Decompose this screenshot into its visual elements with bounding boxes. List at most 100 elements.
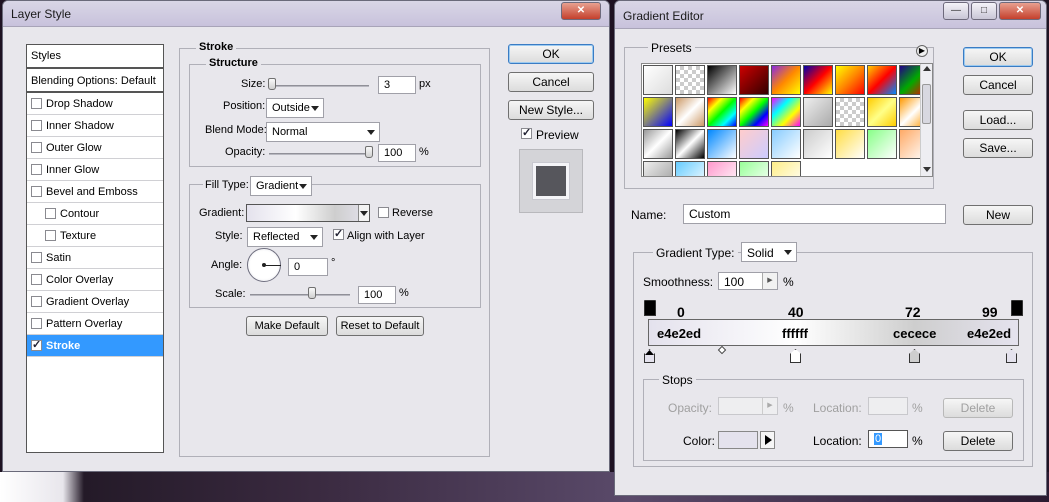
gradient-preset-swatch[interactable]: [675, 129, 705, 159]
cancel-button[interactable]: Cancel: [508, 72, 594, 92]
reset-to-default-button[interactable]: Reset to Default: [336, 316, 424, 336]
gradient-preset-swatch[interactable]: [707, 65, 737, 95]
gradient-preset-swatch[interactable]: [707, 161, 737, 176]
style-item-checkbox[interactable]: [45, 230, 56, 241]
minimize-button[interactable]: —: [943, 2, 969, 20]
gradient-preset-swatch[interactable]: [867, 65, 897, 95]
blending-options-item[interactable]: Blending Options: Default: [27, 69, 163, 93]
cancel-button[interactable]: Cancel: [963, 75, 1033, 95]
style-item-checkbox[interactable]: [31, 252, 42, 263]
stop-color-picker-arrow-icon[interactable]: [760, 431, 775, 449]
angle-input[interactable]: 0: [288, 258, 328, 276]
presets-menu-arrow-icon[interactable]: ▶: [916, 45, 928, 57]
style-item-stroke[interactable]: Stroke: [27, 335, 163, 357]
save-button[interactable]: Save...: [963, 138, 1033, 158]
fill-type-select[interactable]: Gradient: [250, 176, 312, 196]
style-item-color-overlay[interactable]: Color Overlay: [27, 269, 163, 291]
ok-button[interactable]: OK: [508, 44, 594, 64]
style-select[interactable]: Reflected: [247, 227, 323, 247]
gradient-preset-swatch[interactable]: [643, 65, 673, 95]
new-button[interactable]: New: [963, 205, 1033, 225]
gradient-swatch[interactable]: [246, 204, 370, 222]
size-slider-track[interactable]: [269, 85, 369, 87]
style-item-inner-shadow[interactable]: Inner Shadow: [27, 115, 163, 137]
gradient-preset-swatch[interactable]: [707, 97, 737, 127]
maximize-button[interactable]: □: [971, 2, 997, 20]
reverse-checkbox[interactable]: [378, 207, 389, 218]
style-item-checkbox[interactable]: [31, 186, 42, 197]
style-item-satin[interactable]: Satin: [27, 247, 163, 269]
gradient-preset-swatch[interactable]: [835, 65, 865, 95]
gradient-preset-swatch[interactable]: [643, 97, 673, 127]
scale-slider-track[interactable]: [250, 294, 350, 296]
gradient-preset-swatch[interactable]: [771, 97, 801, 127]
opacity-stop-right[interactable]: [1011, 300, 1023, 316]
smoothness-stepper[interactable]: ▶: [762, 273, 777, 289]
delete-color-stop-button[interactable]: Delete: [943, 431, 1013, 451]
preview-checkbox[interactable]: [521, 126, 532, 139]
angle-dial[interactable]: [247, 248, 281, 282]
style-item-checkbox[interactable]: [31, 98, 42, 109]
gradient-preset-swatch[interactable]: [739, 129, 769, 159]
style-item-outer-glow[interactable]: Outer Glow: [27, 137, 163, 159]
style-item-checkbox[interactable]: [31, 296, 42, 307]
scroll-up-arrow-icon[interactable]: [923, 66, 931, 71]
scale-input[interactable]: 100: [358, 286, 396, 304]
gradient-preset-swatch[interactable]: [739, 97, 769, 127]
style-item-bevel-and-emboss[interactable]: Bevel and Emboss: [27, 181, 163, 203]
gradient-type-select[interactable]: Solid: [741, 242, 797, 262]
presets-scrollbar[interactable]: [920, 64, 932, 176]
style-item-texture[interactable]: Texture: [27, 225, 163, 247]
gradient-preset-swatch[interactable]: [675, 161, 705, 176]
gradient-dropdown-button[interactable]: [358, 205, 369, 221]
opacity-stop-left[interactable]: [644, 300, 656, 316]
close-button[interactable]: ✕: [999, 2, 1041, 20]
gradient-preset-swatch[interactable]: [739, 65, 769, 95]
style-item-checkbox[interactable]: [31, 120, 42, 131]
position-select[interactable]: Outside: [266, 98, 324, 118]
style-item-pattern-overlay[interactable]: Pattern Overlay: [27, 313, 163, 335]
style-item-checkbox[interactable]: [31, 142, 42, 153]
load-button[interactable]: Load...: [963, 110, 1033, 130]
scale-slider-thumb[interactable]: [308, 287, 316, 299]
ok-button[interactable]: OK: [963, 47, 1033, 67]
style-item-checkbox[interactable]: [45, 208, 56, 219]
gradient-preset-swatch[interactable]: [771, 129, 801, 159]
style-item-drop-shadow[interactable]: Drop Shadow: [27, 93, 163, 115]
style-item-gradient-overlay[interactable]: Gradient Overlay: [27, 291, 163, 313]
style-item-contour[interactable]: Contour: [27, 203, 163, 225]
scrollbar-thumb[interactable]: [922, 84, 931, 124]
gradient-preset-swatch[interactable]: [771, 161, 801, 176]
gradient-preset-swatch[interactable]: [803, 129, 833, 159]
gradient-preset-swatch[interactable]: [739, 161, 769, 176]
size-slider-thumb[interactable]: [268, 78, 276, 90]
gradient-preset-swatch[interactable]: [835, 129, 865, 159]
styles-header[interactable]: Styles: [27, 45, 163, 69]
new-style-button[interactable]: New Style...: [508, 100, 594, 120]
opacity-slider-track[interactable]: [269, 153, 373, 155]
style-item-checkbox[interactable]: [31, 274, 42, 285]
gradient-preset-swatch[interactable]: [643, 161, 673, 176]
gradient-bar[interactable]: [648, 319, 1019, 346]
make-default-button[interactable]: Make Default: [246, 316, 328, 336]
gradient-preset-swatch[interactable]: [707, 129, 737, 159]
style-item-checkbox[interactable]: [31, 318, 42, 329]
style-item-inner-glow[interactable]: Inner Glow: [27, 159, 163, 181]
opacity-slider-thumb[interactable]: [365, 146, 373, 158]
scroll-down-arrow-icon[interactable]: [923, 167, 931, 172]
gradient-preset-swatch[interactable]: [643, 129, 673, 159]
stop-color-location-input[interactable]: 0: [868, 430, 908, 448]
name-input[interactable]: Custom: [683, 204, 946, 224]
gradient-preset-swatch[interactable]: [675, 97, 705, 127]
blend-mode-select[interactable]: Normal: [266, 122, 380, 142]
style-item-checkbox[interactable]: [31, 338, 42, 351]
gradient-preset-swatch[interactable]: [675, 65, 705, 95]
gradient-preset-swatch[interactable]: [803, 65, 833, 95]
size-input[interactable]: 3: [378, 76, 416, 94]
gradient-preset-swatch[interactable]: [771, 65, 801, 95]
gradient-preset-swatch[interactable]: [835, 97, 865, 127]
style-item-checkbox[interactable]: [31, 164, 42, 175]
close-button[interactable]: ✕: [561, 2, 601, 20]
gradient-preset-swatch[interactable]: [867, 97, 897, 127]
stop-color-swatch[interactable]: [718, 431, 758, 449]
